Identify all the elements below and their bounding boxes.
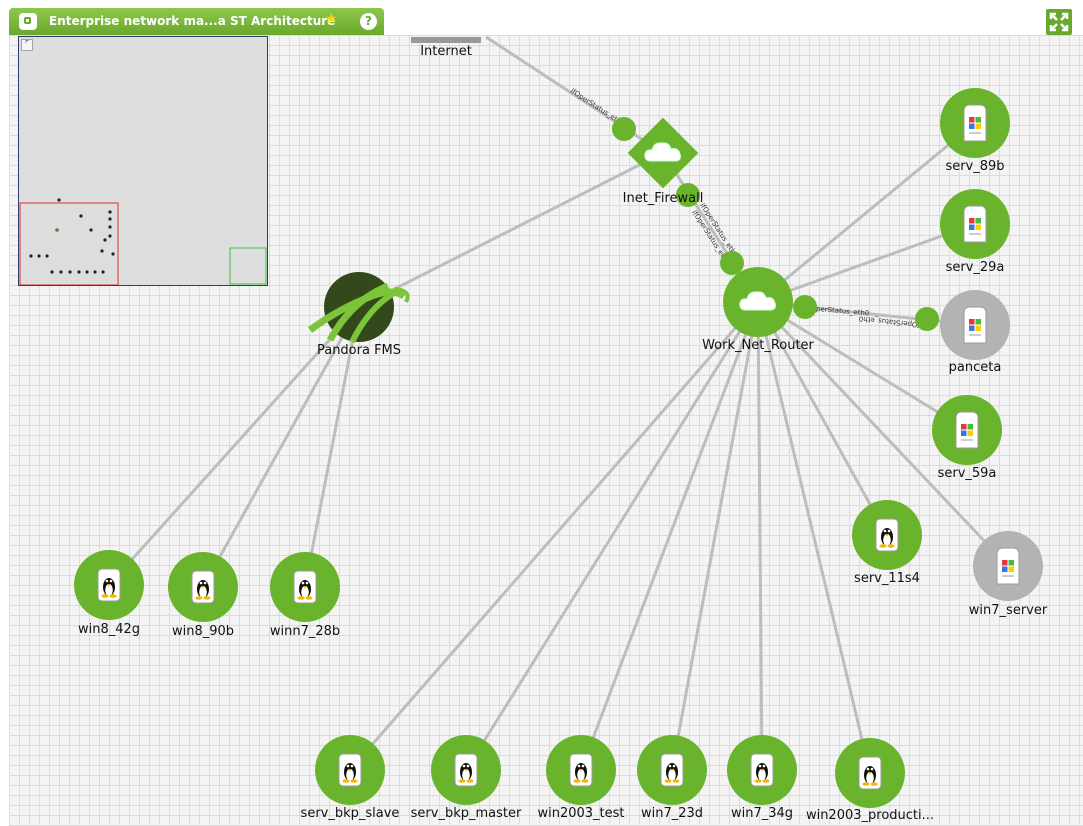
node-panceta[interactable]: panceta: [940, 290, 1010, 375]
node-label: serv_29a: [946, 260, 1005, 275]
internet-bar-icon: [411, 37, 481, 43]
node-label: Internet: [420, 44, 472, 59]
node-label: win7_34g: [731, 806, 793, 821]
windows-server-icon: [955, 411, 979, 449]
windows-server-icon: [963, 104, 987, 142]
node-label: Pandora FMS: [317, 343, 401, 358]
interface-status-dot[interactable]: [720, 251, 744, 275]
node-win8-90b[interactable]: win8_90b: [168, 552, 238, 639]
node-serv-bkp-master[interactable]: serv_bkp_master: [411, 735, 522, 821]
node-label: panceta: [949, 360, 1002, 375]
node-winn7-28b[interactable]: winn7_28b: [270, 552, 340, 639]
node-label: win8_42g: [78, 622, 140, 637]
minimap-viewport-secondary: [229, 247, 267, 285]
linux-tux-icon: [293, 570, 317, 604]
linux-tux-icon: [858, 756, 882, 790]
node-win7-23d[interactable]: win7_23d: [637, 735, 707, 821]
linux-tux-icon: [454, 753, 478, 787]
linux-tux-icon: [569, 753, 593, 787]
node-serv-29a[interactable]: serv_29a: [940, 189, 1010, 275]
interface-status-dot[interactable]: [915, 307, 939, 331]
windows-server-icon: [996, 547, 1020, 585]
minimap-dots: [29, 198, 115, 274]
node-label: win2003_producti...: [806, 808, 934, 823]
node-label: win7_server: [969, 603, 1048, 618]
node-label: serv_bkp_slave: [301, 806, 400, 821]
linux-tux-icon: [750, 753, 774, 787]
node-serv-89b[interactable]: serv_89b: [940, 88, 1010, 174]
node-serv-59a[interactable]: serv_59a: [932, 395, 1002, 481]
linux-tux-icon: [191, 570, 215, 604]
node-label: win7_23d: [641, 806, 703, 821]
node-win7-server[interactable]: win7_server: [969, 531, 1048, 618]
minimap-preview: [19, 198, 267, 285]
node-label: serv_59a: [938, 466, 997, 481]
linux-tux-icon: [97, 568, 121, 602]
node-label: Work_Net_Router: [702, 338, 814, 353]
node-label: serv_89b: [945, 159, 1004, 174]
linux-tux-icon: [660, 753, 684, 787]
node-label: serv_11s4: [854, 571, 920, 586]
node-serv-bkp-slave[interactable]: serv_bkp_slave: [301, 735, 400, 821]
node-internet[interactable]: Internet: [411, 37, 481, 59]
interface-status-dot[interactable]: [793, 295, 817, 319]
node-win7-34g[interactable]: win7_34g: [727, 735, 797, 821]
node-pandora-fms[interactable]: Pandora FMS: [307, 272, 410, 358]
interface-status-dot[interactable]: [612, 117, 636, 141]
windows-server-icon: [963, 205, 987, 243]
node-serv-11s4[interactable]: serv_11s4: [852, 500, 922, 586]
node-label: winn7_28b: [270, 624, 340, 639]
node-label: win8_90b: [172, 624, 234, 639]
linux-tux-icon: [875, 518, 899, 552]
node-win2003-test[interactable]: win2003_test: [537, 735, 625, 821]
node-label: serv_bkp_master: [411, 806, 522, 821]
linux-tux-icon: [338, 753, 362, 787]
windows-server-icon: [963, 306, 987, 344]
node-label: win2003_test: [537, 806, 624, 821]
node-label: Inet_Firewall: [623, 191, 704, 206]
minimap-dot-pandora: [55, 228, 59, 232]
node-win2003-producti[interactable]: win2003_producti...: [806, 738, 934, 823]
node-win8-42g[interactable]: win8_42g: [74, 550, 144, 637]
minimap[interactable]: ⌜: [18, 36, 268, 286]
